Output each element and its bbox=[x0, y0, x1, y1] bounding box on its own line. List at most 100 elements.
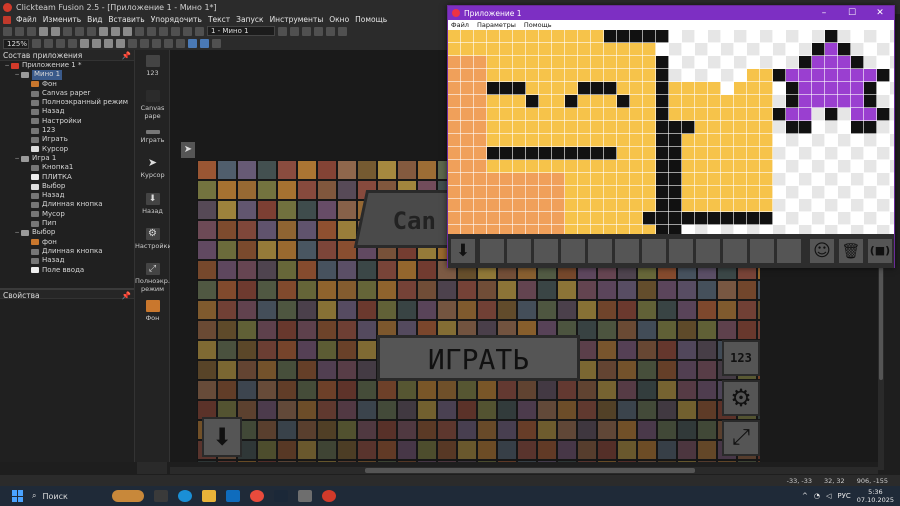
object-play[interactable]: Играть bbox=[135, 126, 170, 144]
pixel-cell[interactable] bbox=[877, 147, 890, 160]
pixel-cell[interactable] bbox=[877, 82, 890, 95]
pixel-cell[interactable] bbox=[526, 108, 539, 121]
pixel-cell[interactable] bbox=[461, 82, 474, 95]
pixel-cell[interactable] bbox=[630, 199, 643, 212]
tree-item[interactable]: Поле ввода bbox=[0, 266, 134, 275]
pixel-cell[interactable] bbox=[877, 121, 890, 134]
pixel-cell[interactable] bbox=[825, 173, 838, 186]
pixel-cell[interactable] bbox=[578, 121, 591, 134]
pixel-cell[interactable] bbox=[500, 108, 513, 121]
pixel-cell[interactable] bbox=[552, 43, 565, 56]
pixel-cell[interactable] bbox=[786, 69, 799, 82]
data-elements-icon[interactable] bbox=[183, 26, 192, 36]
pixel-cell[interactable] bbox=[474, 108, 487, 121]
tree-item[interactable]: Выбор bbox=[0, 182, 134, 191]
pixel-cell[interactable] bbox=[617, 212, 630, 225]
pixel-cell[interactable] bbox=[708, 173, 721, 186]
pixel-cell[interactable] bbox=[656, 43, 669, 56]
pixel-cell[interactable] bbox=[552, 134, 565, 147]
pixel-cell[interactable] bbox=[604, 95, 617, 108]
pixel-cell[interactable] bbox=[877, 56, 890, 69]
pixel-cell[interactable] bbox=[708, 82, 721, 95]
pixel-cell[interactable] bbox=[643, 82, 656, 95]
back-button[interactable]: ⬇ bbox=[202, 417, 242, 457]
pixel-cell[interactable] bbox=[552, 121, 565, 134]
menu-file[interactable]: Файл bbox=[16, 15, 37, 24]
pen-icon[interactable] bbox=[32, 39, 41, 48]
pixel-cell[interactable] bbox=[734, 160, 747, 173]
pixel-cell[interactable] bbox=[487, 69, 500, 82]
menu-insert[interactable]: Вставить bbox=[108, 15, 144, 24]
pixel-cell[interactable] bbox=[565, 43, 578, 56]
pixel-cell[interactable] bbox=[643, 199, 656, 212]
pixel-cell[interactable] bbox=[773, 199, 786, 212]
pixel-cell[interactable] bbox=[708, 212, 721, 225]
pixel-cell[interactable] bbox=[461, 173, 474, 186]
pixel-cell[interactable] bbox=[890, 43, 894, 56]
pixel-cell[interactable] bbox=[682, 56, 695, 69]
pixel-cell[interactable] bbox=[838, 212, 851, 225]
pixel-cell[interactable] bbox=[669, 134, 682, 147]
pixel-cell[interactable] bbox=[461, 108, 474, 121]
pixel-cell[interactable] bbox=[526, 134, 539, 147]
object-background[interactable]: Фон bbox=[135, 300, 170, 322]
align-left-icon[interactable] bbox=[128, 39, 137, 48]
pixel-cell[interactable] bbox=[799, 82, 812, 95]
pixel-cell[interactable] bbox=[695, 95, 708, 108]
pixel-cell[interactable] bbox=[747, 147, 760, 160]
pixel-cell[interactable] bbox=[864, 121, 877, 134]
pixel-cell[interactable] bbox=[500, 173, 513, 186]
pixel-cell[interactable] bbox=[500, 134, 513, 147]
pixel-cell[interactable] bbox=[461, 43, 474, 56]
pixel-cell[interactable] bbox=[825, 160, 838, 173]
pixel-cell[interactable] bbox=[591, 56, 604, 69]
pin-icon[interactable]: 📌 bbox=[122, 50, 131, 60]
pixel-cell[interactable] bbox=[799, 108, 812, 121]
tree-item[interactable]: Длинная кнопка bbox=[0, 200, 134, 209]
pixel-cell[interactable] bbox=[890, 134, 894, 147]
pixel-cell[interactable] bbox=[513, 134, 526, 147]
pixel-cell[interactable] bbox=[656, 82, 669, 95]
pixel-cell[interactable] bbox=[448, 43, 461, 56]
pixel-cell[interactable] bbox=[773, 121, 786, 134]
pixel-cell[interactable] bbox=[604, 134, 617, 147]
close-icon[interactable]: ✕ bbox=[866, 8, 894, 18]
stop-icon[interactable] bbox=[326, 26, 335, 36]
pixel-cell[interactable] bbox=[656, 108, 669, 121]
pixel-cell[interactable] bbox=[760, 160, 773, 173]
pixel-cell[interactable] bbox=[877, 173, 890, 186]
pixel-cell[interactable] bbox=[526, 82, 539, 95]
pixel-cell[interactable] bbox=[682, 121, 695, 134]
pixel-cell[interactable] bbox=[461, 134, 474, 147]
pixel-cell[interactable] bbox=[890, 186, 894, 199]
menu-run[interactable]: Запуск bbox=[236, 15, 263, 24]
pixel-cell[interactable] bbox=[695, 56, 708, 69]
tree-item[interactable]: Курсор bbox=[0, 145, 134, 154]
pixel-cell[interactable] bbox=[799, 212, 812, 225]
pixel-cell[interactable] bbox=[448, 186, 461, 199]
pixel-cell[interactable] bbox=[812, 121, 825, 134]
object-back[interactable]: ⬇ Назад bbox=[135, 193, 170, 215]
frame-select[interactable]: 1 - Мино 1 bbox=[207, 26, 275, 36]
pixel-cell[interactable] bbox=[630, 147, 643, 160]
pixel-cell[interactable] bbox=[513, 173, 526, 186]
cut-icon[interactable] bbox=[39, 26, 48, 36]
pixel-cell[interactable] bbox=[591, 186, 604, 199]
pixel-cell[interactable] bbox=[565, 173, 578, 186]
pixel-cell[interactable] bbox=[526, 69, 539, 82]
pixel-cell[interactable] bbox=[682, 212, 695, 225]
pixel-cell[interactable] bbox=[578, 95, 591, 108]
undo-icon[interactable] bbox=[75, 26, 84, 36]
pixel-cell[interactable] bbox=[838, 147, 851, 160]
clock[interactable]: 5:36 07.10.2025 bbox=[857, 488, 894, 504]
pixel-cell[interactable] bbox=[630, 56, 643, 69]
pixel-cell[interactable] bbox=[565, 134, 578, 147]
run-app-icon[interactable] bbox=[314, 26, 323, 36]
pixel-cell[interactable] bbox=[838, 173, 851, 186]
pixel-cell[interactable] bbox=[708, 147, 721, 160]
pixel-cell[interactable] bbox=[825, 121, 838, 134]
pixel-cell[interactable] bbox=[552, 186, 565, 199]
pixel-cell[interactable] bbox=[760, 121, 773, 134]
pixel-cell[interactable] bbox=[487, 160, 500, 173]
pixel-cell[interactable] bbox=[877, 95, 890, 108]
